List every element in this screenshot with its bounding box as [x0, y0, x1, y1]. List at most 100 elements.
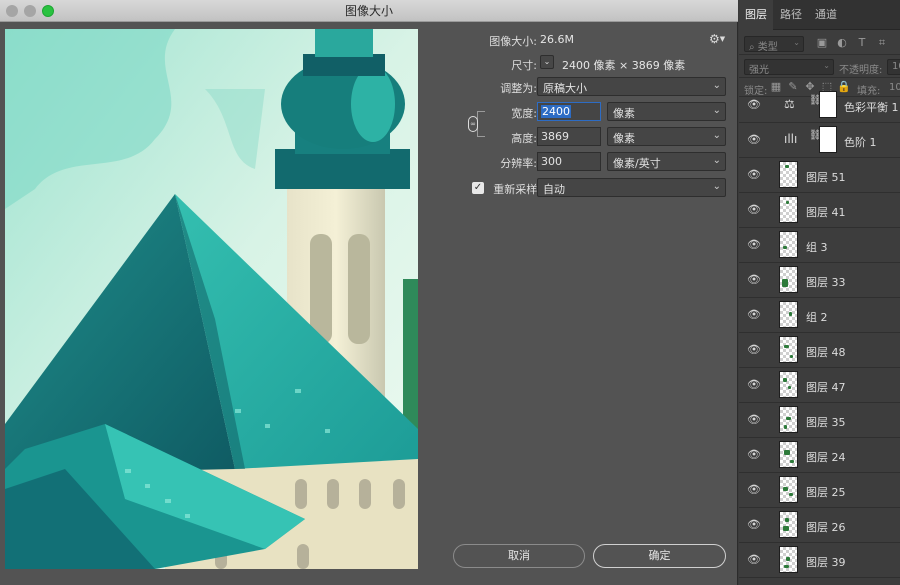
eye-icon[interactable]: 👁: [747, 484, 761, 496]
width-input[interactable]: 2400: [537, 102, 601, 121]
fit-to-select[interactable]: 原稿大小 ⌄: [537, 77, 726, 96]
layer-name: 图层 48: [806, 346, 846, 359]
resample-select[interactable]: 自动 ⌄: [537, 178, 726, 197]
layer-thumbnail[interactable]: [779, 231, 798, 258]
thumbnail-mark: [783, 526, 789, 531]
filter-type-select[interactable]: ⌕ 类型 ⌄: [744, 36, 804, 52]
layer-filter-row: ⌕ 类型 ⌄ ▣ ◐ T ⌗: [739, 33, 900, 55]
dialog-title: 图像大小: [344, 4, 393, 18]
chevron-down-icon: ⌄: [712, 155, 721, 166]
layer-row[interactable]: 👁 图层 41: [739, 193, 900, 228]
eye-icon[interactable]: 👁: [747, 239, 761, 251]
thumbnail-mark: [783, 378, 787, 382]
eye-icon[interactable]: 👁: [747, 169, 761, 181]
fit-to-label: 调整为:: [500, 82, 537, 95]
width-unit-select[interactable]: 像素 ⌄: [607, 102, 726, 121]
layer-name: 图层 39: [806, 556, 846, 569]
eye-icon[interactable]: 👁: [747, 274, 761, 286]
layer-mask-thumbnail[interactable]: [819, 91, 837, 118]
layer-name: 图层 24: [806, 451, 846, 464]
eye-icon[interactable]: 👁: [747, 309, 761, 321]
thumbnail-mark: [786, 557, 790, 561]
close-window-button[interactable]: [6, 5, 18, 17]
ok-button[interactable]: 确定: [593, 544, 726, 568]
layer-row[interactable]: 👁 组 3: [739, 228, 900, 263]
thumbnail-mark: [784, 450, 790, 455]
opacity-value: 100: [892, 61, 900, 72]
layer-row[interactable]: 👁 组 2: [739, 298, 900, 333]
chevron-down-icon: ⌄: [712, 105, 721, 116]
layer-row[interactable]: 👁 图层 25: [739, 473, 900, 508]
settings-gear-icon[interactable]: ⚙▼: [709, 32, 725, 46]
thumbnail-mark: [783, 246, 787, 249]
type-filter-icon[interactable]: T: [855, 36, 869, 50]
width-unit-value: 像素: [613, 107, 635, 120]
tab-layers[interactable]: 图层: [739, 0, 773, 30]
layer-row[interactable]: 👁 图层 35: [739, 403, 900, 438]
layer-thumbnail[interactable]: [779, 476, 798, 503]
shape-filter-icon[interactable]: ⌗: [875, 36, 889, 50]
dimensions-unit-chevron-icon[interactable]: ⌄: [540, 55, 554, 69]
image-size-row: 图像大小: 26.6M: [428, 30, 733, 50]
thumbnail-mark: [788, 386, 791, 389]
layer-thumbnail[interactable]: [779, 441, 798, 468]
layer-thumbnail[interactable]: [779, 266, 798, 293]
image-filter-icon[interactable]: ▣: [815, 36, 829, 50]
layer-thumbnail[interactable]: [779, 371, 798, 398]
eye-icon[interactable]: 👁: [747, 519, 761, 531]
layer-row[interactable]: 👁 图层 51: [739, 158, 900, 193]
eye-icon[interactable]: 👁: [747, 134, 761, 146]
layer-thumbnail[interactable]: [779, 546, 798, 573]
image-size-dialog: 图像大小 图像大小: 26.6M ⚙▼ 尺寸: 2400 像素 × 3869 像…: [0, 0, 738, 585]
tab-paths[interactable]: 路径: [774, 0, 808, 30]
histogram-icon: ıllı: [784, 132, 798, 146]
cancel-button[interactable]: 取消: [453, 544, 585, 568]
eye-icon[interactable]: 👁: [747, 554, 761, 566]
resolution-unit-select[interactable]: 像素/英寸 ⌄: [607, 152, 726, 171]
minimize-window-button[interactable]: [24, 5, 36, 17]
chevron-down-icon: ⌄: [793, 38, 800, 47]
layer-thumbnail[interactable]: [779, 406, 798, 433]
width-value: 2400: [541, 105, 571, 118]
tab-channels[interactable]: 通道: [809, 0, 843, 30]
layer-row[interactable]: 👁 图层 33: [739, 263, 900, 298]
thumbnail-mark: [784, 565, 789, 568]
layer-row[interactable]: 👁 图层 47: [739, 368, 900, 403]
height-unit-select[interactable]: 像素 ⌄: [607, 127, 726, 146]
layer-row[interactable]: 👁 ⚖ ⛓ 色彩平衡 1: [739, 88, 900, 123]
layer-mask-thumbnail[interactable]: [819, 126, 837, 153]
layer-name: 色阶 1: [844, 136, 877, 149]
thumbnail-mark: [790, 460, 794, 463]
layer-name: 组 3: [806, 241, 828, 254]
eye-icon[interactable]: 👁: [747, 379, 761, 391]
eye-icon[interactable]: 👁: [747, 204, 761, 216]
layer-name: 图层 33: [806, 276, 846, 289]
layer-thumbnail[interactable]: [779, 511, 798, 538]
chevron-down-icon: ⌄: [712, 130, 721, 141]
layer-thumbnail[interactable]: [779, 336, 798, 363]
image-preview[interactable]: [5, 29, 418, 569]
opacity-input[interactable]: 100: [887, 59, 900, 75]
layer-row[interactable]: 👁 图层 39: [739, 543, 900, 578]
preview-artwork: [5, 29, 418, 569]
blend-mode-select[interactable]: 强光 ⌄: [744, 59, 834, 75]
eye-icon[interactable]: 👁: [747, 344, 761, 356]
maximize-window-button[interactable]: [42, 5, 54, 17]
thumbnail-mark: [782, 279, 788, 287]
eye-icon[interactable]: 👁: [747, 449, 761, 461]
height-input[interactable]: 3869: [537, 127, 601, 146]
adjustment-filter-icon[interactable]: ◐: [835, 36, 849, 50]
layer-row[interactable]: 👁 图层 24: [739, 438, 900, 473]
layer-row[interactable]: 👁 ıllı ⛓ 色阶 1: [739, 123, 900, 158]
layer-thumbnail[interactable]: [779, 301, 798, 328]
resolution-input[interactable]: 300: [537, 152, 601, 171]
eye-icon[interactable]: 👁: [747, 99, 761, 111]
layer-thumbnail[interactable]: [779, 196, 798, 223]
chevron-down-icon: ⌄: [712, 181, 721, 192]
layer-row[interactable]: 👁 图层 48: [739, 333, 900, 368]
layer-name: 图层 47: [806, 381, 846, 394]
eye-icon[interactable]: 👁: [747, 414, 761, 426]
layers-panel: 图层 路径 通道 ⌕ 类型 ⌄ ▣ ◐ T ⌗ 强光 ⌄ 不透明度: 100: [739, 0, 900, 585]
layer-row[interactable]: 👁 图层 26: [739, 508, 900, 543]
layer-thumbnail[interactable]: [779, 161, 798, 188]
